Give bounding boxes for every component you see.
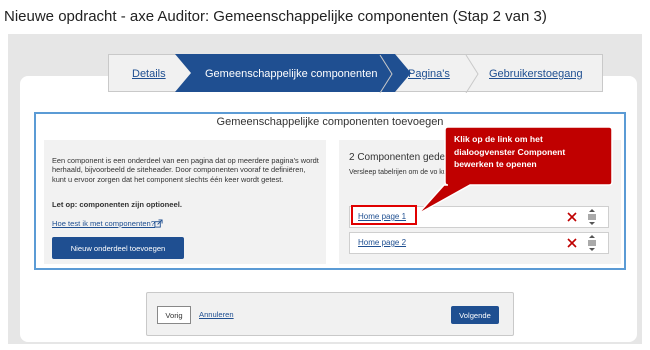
previous-button[interactable]: Vorig [157, 306, 191, 324]
components-description: Een component is een onderdeel van een p… [52, 156, 319, 184]
step-separator-icon [379, 55, 393, 93]
delete-x-icon[interactable] [566, 237, 578, 249]
component-link[interactable]: Home page 2 [358, 238, 406, 247]
step-pages[interactable]: Pagina's [408, 55, 450, 93]
step-separator-icon [465, 55, 479, 93]
delete-x-icon[interactable] [566, 211, 578, 223]
link-highlight-box [351, 205, 417, 225]
wizard-stepper: Details Gemeenschappelijke componenten P… [108, 54, 603, 93]
step-common-components: Gemeenschappelijke componenten [205, 68, 378, 80]
components-info: Een component is een onderdeel van een p… [44, 140, 326, 264]
page-title: Nieuwe opdracht - axe Auditor: Gemeensch… [4, 8, 547, 25]
component-row: Home page 2 [349, 232, 609, 254]
components-count: 2 Componenten gede [349, 152, 446, 163]
cancel-link[interactable]: Annuleren [199, 310, 234, 319]
next-button[interactable]: Volgende [451, 306, 499, 324]
step-pages-link[interactable]: Pagina's [408, 68, 450, 80]
callout-text: Klik op de link om het dialoogvenster Co… [454, 134, 566, 169]
step-user-access[interactable]: Gebruikerstoegang [489, 55, 583, 93]
add-component-button[interactable]: Nieuw onderdeel toevoegen [52, 237, 184, 259]
step-details-link[interactable]: Details [132, 68, 166, 80]
external-link-icon [154, 219, 163, 228]
drag-handle-icon[interactable] [585, 209, 599, 225]
wizard-footer: Vorig Annuleren Volgende [146, 292, 514, 336]
step-user-access-link[interactable]: Gebruikerstoegang [489, 68, 583, 80]
section-title: Gemeenschappelijke componenten toevoegen [216, 116, 444, 128]
help-link[interactable]: Hoe test ik met componenten? [52, 219, 155, 228]
drag-handle-icon[interactable] [585, 235, 599, 251]
optional-note: Let op: componenten zijn optioneel. [52, 200, 182, 209]
step-details[interactable]: Details [132, 55, 166, 93]
